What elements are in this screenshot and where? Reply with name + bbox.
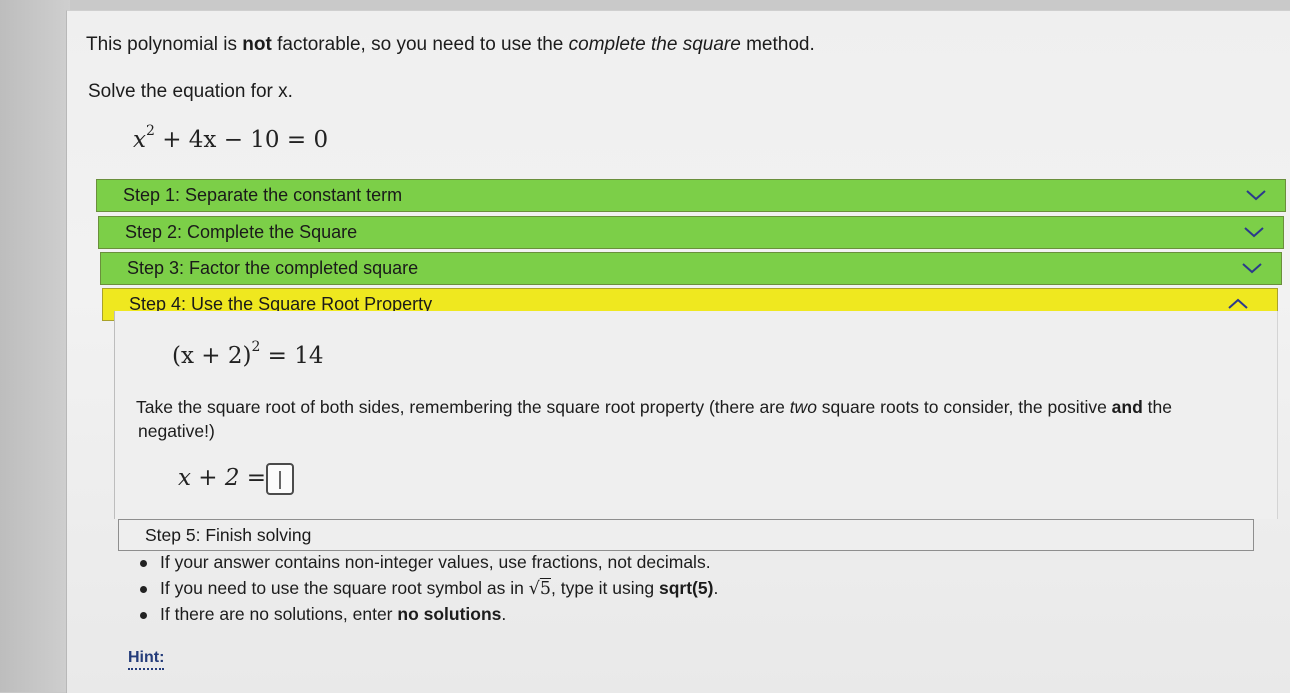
- step-4-explanation-line2: negative!): [138, 421, 215, 441]
- main-equation: x2 + 4x − 10 = 0: [133, 123, 329, 153]
- chevron-down-icon[interactable]: [1245, 186, 1267, 204]
- step-5-label: Step 5: Finish solving: [145, 524, 312, 545]
- step-4-explanation: Take the square root of both sides, reme…: [136, 397, 1172, 417]
- step-1-header[interactable]: Step 1: Separate the constant term: [96, 179, 1286, 212]
- instruction-text: Solve the equation for x.: [88, 81, 293, 102]
- answer-input[interactable]: [266, 463, 294, 495]
- step-5-bullets: If your answer contains non-integer valu…: [138, 552, 718, 630]
- step-2-header[interactable]: Step 2: Complete the Square: [98, 216, 1284, 249]
- background-left: [0, 0, 70, 692]
- step-2-label: Step 2: Complete the Square: [125, 222, 358, 242]
- list-item: If your answer contains non-integer valu…: [138, 552, 718, 578]
- list-item: If you need to use the square root symbo…: [138, 578, 718, 604]
- list-item: If there are no solutions, enter no solu…: [138, 604, 718, 630]
- chevron-down-icon[interactable]: [1243, 223, 1265, 241]
- step-3-header[interactable]: Step 3: Factor the completed square: [100, 252, 1282, 285]
- step-4-equation: (x + 2)2 = 14: [172, 339, 324, 369]
- step-5-header[interactable]: Step 5: Finish solving: [118, 519, 1254, 551]
- hint-link[interactable]: Hint:: [128, 649, 165, 670]
- step-1-label: Step 1: Separate the constant term: [123, 185, 403, 205]
- text-caret: [279, 471, 281, 489]
- step-3-label: Step 3: Factor the completed square: [127, 258, 419, 278]
- sqrt-example: √5: [528, 579, 551, 599]
- answer-equation-left: x + 2 =: [178, 465, 267, 491]
- chevron-down-icon[interactable]: [1241, 259, 1263, 277]
- intro-text: This polynomial is not factorable, so yo…: [86, 34, 815, 55]
